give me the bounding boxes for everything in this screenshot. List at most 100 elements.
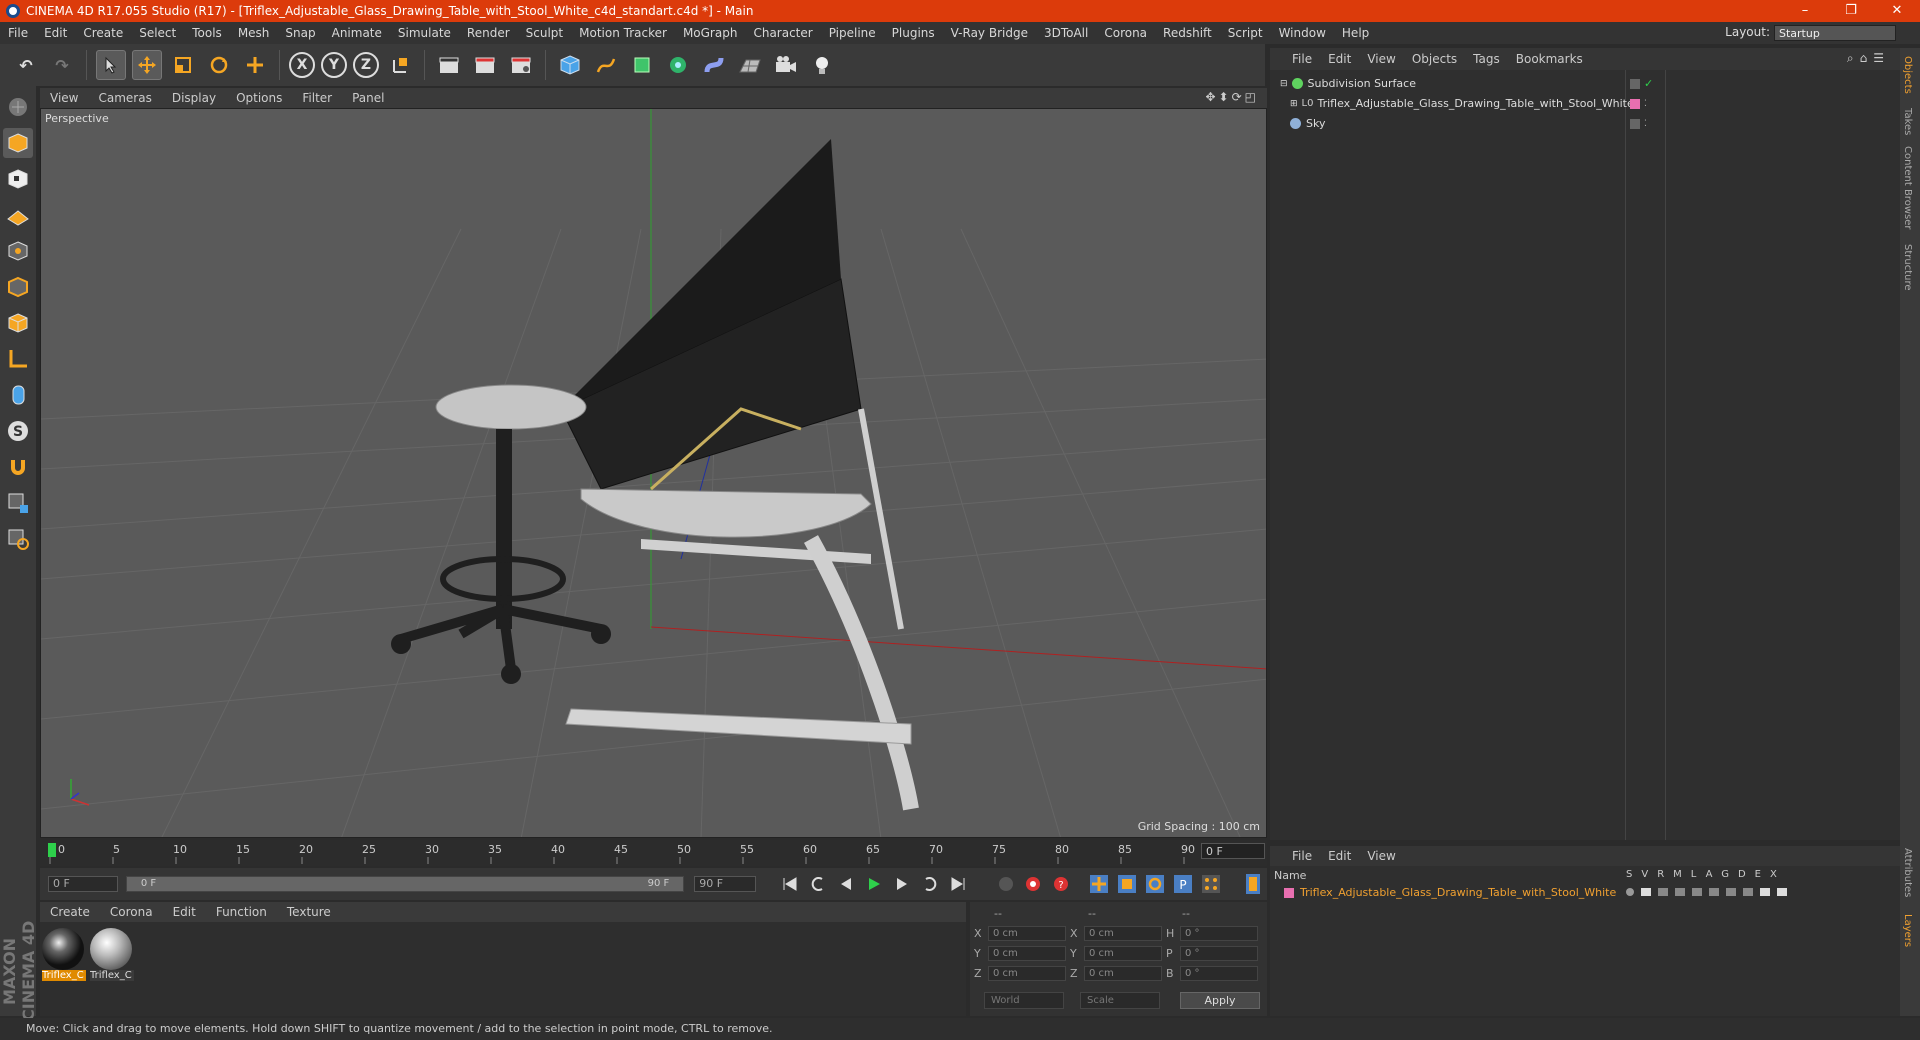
key-scale-button[interactable] [1116, 873, 1138, 895]
workplane-align-button[interactable] [3, 524, 33, 554]
menu-motion-tracker[interactable]: Motion Tracker [571, 26, 675, 40]
material-swatch[interactable]: Triflex_C [42, 928, 86, 984]
menu-edit[interactable]: Edit [36, 26, 75, 40]
object-row[interactable]: Sky ⁚ [1270, 114, 1920, 133]
object-manager-search-home-icons[interactable]: ⌕⌂☰ [1847, 51, 1890, 66]
add-mograph-button[interactable] [663, 50, 693, 80]
object-row[interactable]: ⊞ L0 Triflex_Adjustable_Glass_Drawing_Ta… [1270, 94, 1920, 113]
keyframe-selection-button[interactable] [995, 873, 1017, 895]
viewport-menu-filter[interactable]: Filter [292, 91, 342, 105]
minimize-button[interactable]: – [1782, 0, 1828, 22]
menu-vray-bridge[interactable]: V-Ray Bridge [943, 26, 1036, 40]
menu-corona[interactable]: Corona [1096, 26, 1155, 40]
menu-plugins[interactable]: Plugins [884, 26, 943, 40]
visibility-dots-icon[interactable]: ⁚ [1644, 119, 1654, 129]
viewport-menu-view[interactable]: View [40, 91, 88, 105]
3d-viewport[interactable]: Perspective Grid Spacing : 100 cm [40, 108, 1267, 838]
object-menu-tags[interactable]: Tags [1465, 52, 1508, 66]
menu-character[interactable]: Character [745, 26, 820, 40]
tab-layers[interactable]: Layers [1902, 914, 1913, 947]
animation-toggle-icon[interactable] [1709, 888, 1719, 896]
select-tool-button[interactable] [96, 50, 126, 80]
menu-snap[interactable]: Snap [277, 26, 323, 40]
menu-pipeline[interactable]: Pipeline [821, 26, 884, 40]
layer-row[interactable]: Triflex_Adjustable_Glass_Drawing_Table_w… [1284, 886, 1616, 899]
object-menu-edit[interactable]: Edit [1320, 52, 1359, 66]
add-deformer-button[interactable] [699, 50, 729, 80]
checkmark-icon[interactable]: ✓ [1644, 78, 1654, 89]
tab-content-browser[interactable]: Content Browser [1902, 146, 1913, 229]
timeline-ruler[interactable]: 0 5 10 15 20 25 30 35 40 45 50 55 60 65 … [40, 840, 1267, 866]
current-frame-field[interactable]: 0 F [1201, 843, 1265, 859]
layer-menu-view[interactable]: View [1359, 849, 1403, 863]
add-camera-button[interactable] [771, 50, 801, 80]
magnet-button[interactable] [3, 452, 33, 482]
edit-toggle-icon[interactable] [1630, 78, 1640, 89]
edges-mode-button[interactable] [3, 272, 33, 302]
key-pla-button[interactable] [1200, 873, 1222, 895]
redo-button[interactable]: ↷ [47, 50, 77, 80]
menu-sculpt[interactable]: Sculpt [518, 26, 571, 40]
tab-attributes[interactable]: Attributes [1902, 848, 1913, 897]
move-tool-button[interactable] [132, 50, 162, 80]
menu-animate[interactable]: Animate [324, 26, 390, 40]
menu-redshift[interactable]: Redshift [1155, 26, 1220, 40]
material-menu-edit[interactable]: Edit [163, 905, 206, 919]
layout-dropdown[interactable]: Startup [1774, 25, 1896, 41]
scale-tool-button[interactable] [168, 50, 198, 80]
viewport-menu-display[interactable]: Display [162, 91, 226, 105]
size-mode-dropdown[interactable]: Scale [1080, 992, 1160, 1009]
edit-toggle-icon[interactable] [1630, 118, 1640, 129]
key-position-button[interactable] [1088, 873, 1110, 895]
y-axis-toggle[interactable]: Y [321, 52, 347, 78]
go-to-end-button[interactable] [947, 873, 969, 895]
start-frame-field[interactable]: 0 F [48, 876, 118, 892]
rotation-h-field[interactable]: 0 ° [1180, 925, 1258, 941]
menu-script[interactable]: Script [1220, 26, 1271, 40]
previous-frame-button[interactable] [835, 873, 857, 895]
texture-mode-button[interactable] [3, 164, 33, 194]
x-axis-toggle[interactable]: X [289, 52, 315, 78]
visibility-dots-icon[interactable]: ⁚ [1644, 99, 1654, 109]
material-menu-texture[interactable]: Texture [277, 905, 341, 919]
next-frame-button[interactable] [891, 873, 913, 895]
coordinate-system-button[interactable] [385, 50, 415, 80]
add-floor-button[interactable] [735, 50, 765, 80]
frame-range-slider[interactable]: 0 F 90 F [125, 876, 685, 892]
key-parameter-button[interactable]: P [1172, 873, 1194, 895]
record-active-objects-button[interactable] [1023, 873, 1045, 895]
restore-button[interactable]: ❐ [1828, 0, 1874, 22]
apply-button[interactable]: Apply [1180, 992, 1260, 1009]
viewport-menu-cameras[interactable]: Cameras [88, 91, 161, 105]
snap-button[interactable]: S [3, 416, 33, 446]
autokeying-button[interactable]: ? [1050, 873, 1072, 895]
end-frame-field[interactable]: 90 F [694, 876, 757, 892]
menu-file[interactable]: File [0, 26, 36, 40]
position-x-field[interactable]: 0 cm [988, 925, 1066, 941]
position-z-field[interactable]: 0 cm [988, 965, 1066, 981]
model-mode-button[interactable] [3, 128, 33, 158]
close-button[interactable]: ✕ [1874, 0, 1920, 22]
workplane-mode-button[interactable] [3, 200, 33, 230]
viewport-navigation-icons[interactable]: ✥⬍⟳◰ [1205, 90, 1259, 104]
points-mode-button[interactable] [3, 236, 33, 266]
position-y-field[interactable]: 0 cm [988, 945, 1066, 961]
recent-tool-button[interactable] [240, 50, 270, 80]
menu-window[interactable]: Window [1271, 26, 1334, 40]
expressions-toggle-icon[interactable] [1760, 888, 1770, 896]
menu-help[interactable]: Help [1334, 26, 1377, 40]
xrefs-toggle-icon[interactable] [1777, 888, 1787, 896]
object-row[interactable]: ⊟ Subdivision Surface ✓ [1270, 74, 1910, 93]
object-menu-objects[interactable]: Objects [1404, 52, 1465, 66]
deformers-toggle-icon[interactable] [1743, 888, 1753, 896]
add-subdivision-button[interactable] [627, 50, 657, 80]
add-cube-button[interactable] [555, 50, 585, 80]
layer-color-swatch[interactable] [1284, 887, 1294, 898]
solo-toggle[interactable] [1626, 888, 1634, 896]
play-button[interactable] [863, 873, 885, 895]
polygons-mode-button[interactable] [3, 308, 33, 338]
object-menu-file[interactable]: File [1284, 52, 1320, 66]
menu-tools[interactable]: Tools [184, 26, 230, 40]
tab-structure[interactable]: Structure [1902, 244, 1913, 291]
add-spline-button[interactable] [591, 50, 621, 80]
